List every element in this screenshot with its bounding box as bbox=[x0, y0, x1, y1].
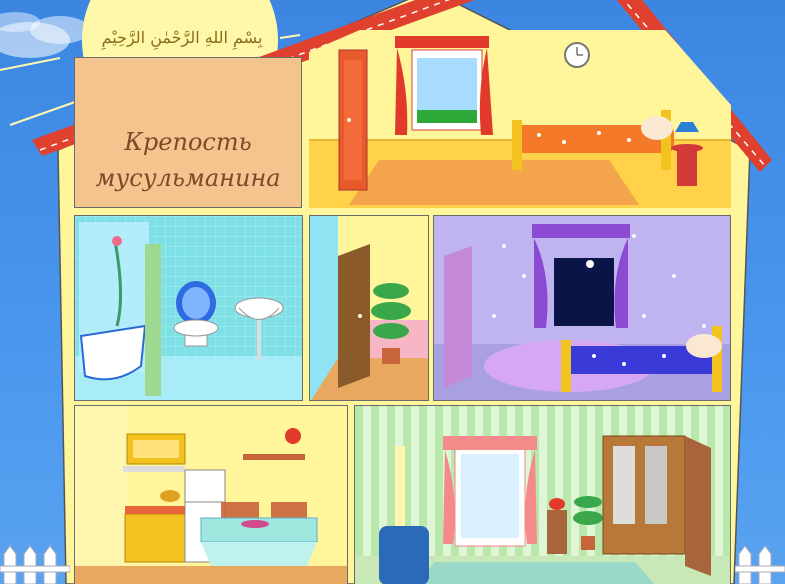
window bbox=[554, 258, 614, 326]
door bbox=[338, 244, 370, 388]
room-hallway[interactable] bbox=[309, 215, 429, 401]
room-kids-bedroom[interactable] bbox=[433, 215, 731, 401]
title-sign: Крепость мусульманина bbox=[74, 57, 302, 208]
side-table bbox=[547, 510, 567, 554]
counter bbox=[124, 513, 186, 563]
rug bbox=[415, 562, 655, 584]
title-line-2: мусульманина bbox=[95, 164, 281, 192]
room-bathroom[interactable] bbox=[74, 215, 303, 401]
pot-icon bbox=[160, 490, 180, 502]
door bbox=[685, 436, 711, 576]
fence-right bbox=[735, 545, 785, 584]
flower-icon bbox=[285, 428, 301, 444]
door bbox=[444, 246, 472, 388]
room-living-room[interactable] bbox=[354, 405, 731, 584]
fence-left bbox=[0, 545, 70, 584]
title-line-1: Крепость bbox=[124, 128, 252, 156]
plant-icon bbox=[371, 283, 411, 339]
shelf bbox=[243, 454, 305, 460]
room-attic-bedroom[interactable] bbox=[309, 30, 731, 208]
plant-pot bbox=[382, 348, 400, 364]
armchair bbox=[379, 526, 429, 584]
rug bbox=[349, 160, 639, 205]
room-kitchen[interactable] bbox=[74, 405, 348, 584]
